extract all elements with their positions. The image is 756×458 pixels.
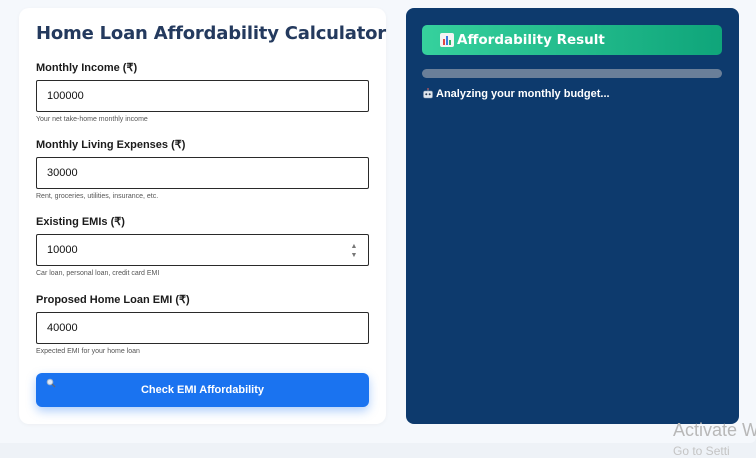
existing-emis-field: Existing EMIs (₹) ▲ ▼ Car loan, personal…: [36, 215, 369, 277]
existing-emis-input-box[interactable]: ▲ ▼: [36, 234, 369, 266]
monthly-income-input[interactable]: [37, 81, 368, 111]
living-expenses-label: Monthly Living Expenses (₹): [36, 139, 186, 151]
existing-emis-label: Existing EMIs (₹): [36, 216, 125, 228]
check-affordability-label: Check EMI Affordability: [140, 384, 265, 396]
check-affordability-button[interactable]: Check EMI Affordability: [36, 373, 369, 407]
activate-windows-watermark: Activate W: [673, 420, 756, 440]
proposed-emi-label: Proposed Home Loan EMI (₹): [36, 294, 190, 306]
robot-icon: [423, 88, 433, 99]
activate-windows-subtext: Go to Setti: [673, 444, 730, 458]
status-row: Analyzing your monthly budget...: [422, 88, 610, 100]
monthly-income-input-box[interactable]: [36, 80, 369, 112]
proposed-emi-hint: Expected EMI for your home loan: [36, 348, 140, 355]
progress-bar: [422, 69, 722, 78]
living-expenses-input-box[interactable]: [36, 157, 369, 189]
magnifier-icon: [46, 378, 56, 388]
calculator-form-card: Home Loan Affordability Calculator Month…: [19, 8, 386, 424]
form-title: Home Loan Affordability Calculator: [36, 23, 386, 44]
result-panel: Affordability Result Analyzing your mont…: [406, 8, 739, 424]
living-expenses-input[interactable]: [37, 158, 368, 188]
status-text: Analyzing your monthly budget...: [436, 88, 610, 100]
existing-emis-input[interactable]: [37, 235, 368, 265]
page-background: Home Loan Affordability Calculator Month…: [0, 0, 756, 443]
spinner-down-icon[interactable]: ▼: [351, 252, 358, 259]
living-expenses-field: Monthly Living Expenses (₹) Rent, grocer…: [36, 138, 369, 200]
bar-chart-icon: [440, 33, 454, 47]
spinner-up-icon[interactable]: ▲: [351, 243, 358, 250]
living-expenses-hint: Rent, groceries, utilities, insurance, e…: [36, 193, 159, 200]
result-title: Affordability Result: [457, 32, 605, 48]
monthly-income-hint: Your net take-home monthly income: [36, 116, 148, 123]
proposed-emi-input[interactable]: [37, 313, 368, 343]
result-header: Affordability Result: [422, 25, 722, 55]
proposed-emi-input-box[interactable]: [36, 312, 369, 344]
number-spinner[interactable]: ▲ ▼: [350, 243, 358, 259]
monthly-income-label: Monthly Income (₹): [36, 62, 138, 74]
proposed-emi-field: Proposed Home Loan EMI (₹) Expected EMI …: [36, 293, 369, 355]
monthly-income-field: Monthly Income (₹) Your net take-home mo…: [36, 61, 369, 123]
existing-emis-hint: Car loan, personal loan, credit card EMI: [36, 270, 160, 277]
